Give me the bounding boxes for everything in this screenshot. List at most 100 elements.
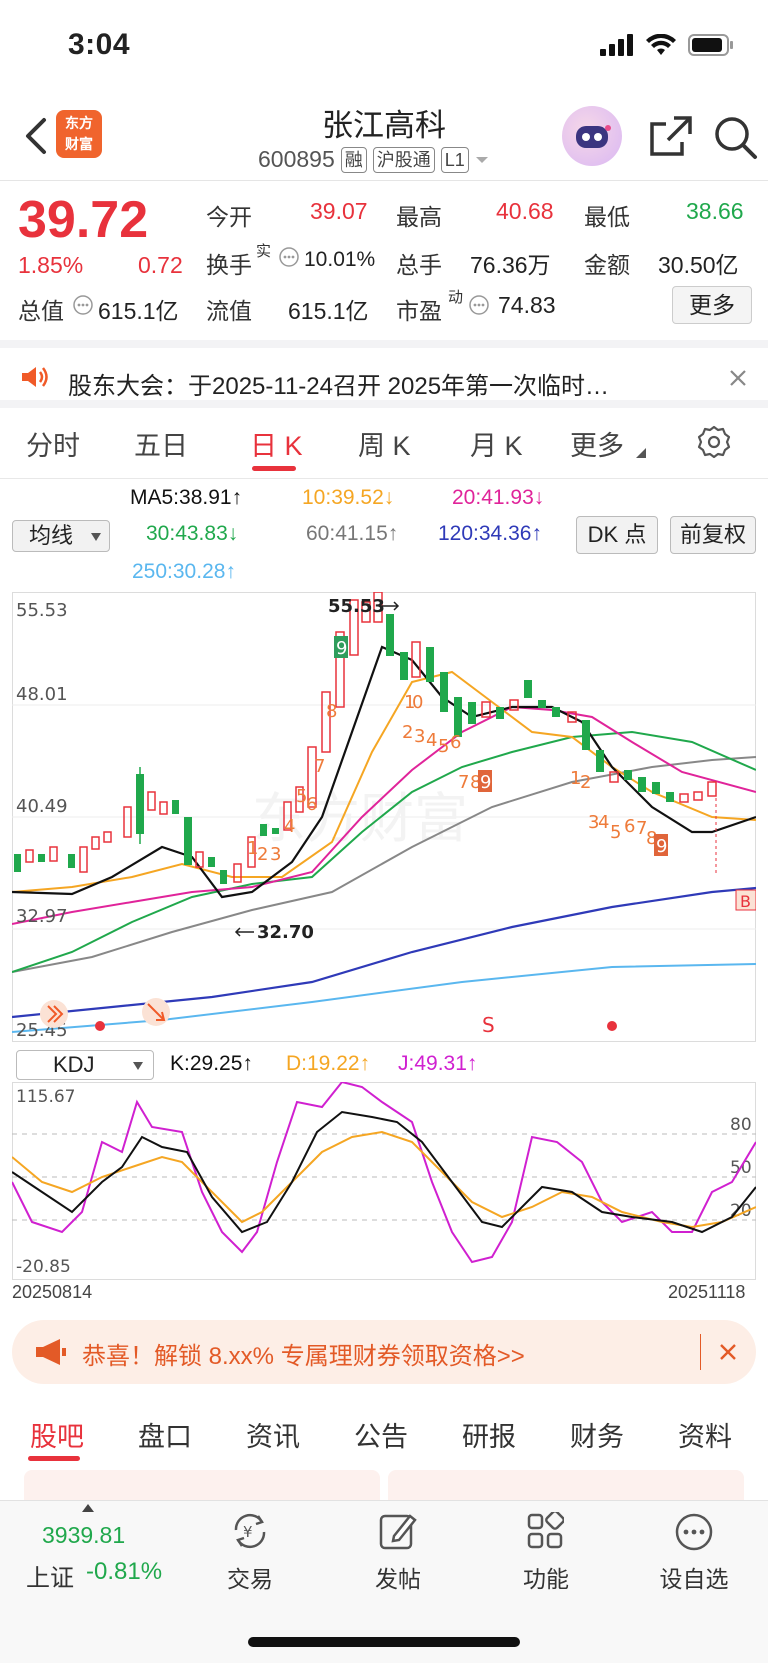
expand-up-icon[interactable] [82, 1504, 94, 1512]
tab-more[interactable]: 更多 [570, 424, 624, 463]
indicator-dropdown-icon [133, 1062, 143, 1070]
tab-news[interactable]: 资讯 [246, 1415, 300, 1454]
date-start: 20250814 [12, 1282, 93, 1302]
kdj-y-bottom: -20.85 [16, 1257, 71, 1277]
ma60-value: 60:41.15↑ [306, 522, 399, 545]
sell-marker: S [482, 1013, 495, 1037]
svg-text:5: 5 [438, 736, 449, 757]
indicator-selector-label: KDJ [53, 1052, 95, 1077]
tag-level: L1 [440, 146, 469, 173]
open-label: 今开 [206, 204, 252, 230]
svg-text:9: 9 [336, 638, 347, 659]
high-label: 最高 [396, 204, 442, 230]
ma5-value: MA5:38.91↑ [130, 486, 243, 509]
nav-trade[interactable]: 交易 [200, 1560, 300, 1594]
low-label: 最低 [584, 204, 630, 230]
header-divider [0, 180, 768, 181]
post-icon[interactable] [378, 1510, 418, 1552]
tab-monthly-k[interactable]: 月 K [470, 424, 523, 463]
feed-card-left[interactable] [24, 1470, 380, 1500]
more-icon[interactable] [674, 1512, 714, 1552]
info-icon[interactable] [72, 294, 94, 321]
index-change: -0.81% [86, 1558, 163, 1585]
svg-text:8: 8 [326, 701, 337, 722]
feed-card-right[interactable] [388, 1470, 744, 1500]
ma30-value: 30:43.83↓ [146, 522, 239, 545]
buy-marker: B [740, 892, 751, 911]
float-cap-label: 流值 [206, 298, 252, 324]
low-value: 38.66 [686, 198, 744, 224]
ma250-value: 250:30.28↑ [132, 560, 236, 583]
tab-research[interactable]: 研报 [462, 1415, 516, 1454]
promo-banner[interactable]: 恭喜！解锁 8.xx% 专属理财券领取资格>> [12, 1320, 756, 1384]
function-icon[interactable] [526, 1512, 564, 1550]
svg-text:6: 6 [306, 794, 317, 815]
kline-chart[interactable]: 东方财富 12 3 456 78 9 10 2 3 4 5 6 7 8 9 12… [12, 592, 756, 1042]
pe-info-icon[interactable] [468, 294, 490, 321]
share-icon[interactable] [648, 114, 694, 158]
close-icon[interactable] [728, 368, 748, 388]
tab-five-day[interactable]: 五日 [134, 424, 188, 463]
pe-sup: 动 [448, 289, 464, 306]
notice-bar[interactable]: 股东大会：于2025-11-24召开 2025年第一次临时… [0, 340, 768, 408]
index-label: 上证 [26, 1565, 74, 1592]
signal-icon [600, 34, 633, 56]
turnover-value: 10.01% [304, 248, 376, 271]
settings-icon[interactable] [696, 424, 732, 460]
svg-text:4: 4 [426, 730, 437, 751]
high-marker: 55.53 [328, 596, 385, 617]
high-value: 40.68 [496, 198, 554, 224]
dk-point-button[interactable]: DK 点 [576, 516, 658, 554]
tab-pankou[interactable]: 盘口 [138, 1415, 192, 1454]
turnover-label: 换手 [206, 252, 252, 278]
change-amount: 0.72 [138, 252, 183, 278]
svg-text:4: 4 [284, 816, 295, 837]
svg-text:6: 6 [450, 732, 461, 753]
change-pct: 1.85% [18, 252, 84, 278]
tab-timeshare[interactable]: 分时 [26, 424, 80, 463]
open-value: 39.07 [310, 198, 368, 224]
promo-divider [700, 1334, 701, 1370]
trade-icon[interactable]: ¥ [228, 1510, 272, 1552]
ma120-value: 120:34.36↑ [438, 522, 542, 545]
stock-code-row[interactable]: 600895 融 沪股通 L1 [258, 146, 489, 173]
promo-close-icon[interactable] [718, 1342, 738, 1362]
y-label-3: 40.49 [16, 796, 68, 817]
svg-text:3: 3 [414, 726, 425, 747]
tab-weekly-k[interactable]: 周 K [358, 424, 411, 463]
svg-text:7: 7 [314, 756, 325, 777]
adjust-button[interactable]: 前复权 [670, 516, 756, 554]
total-cap-value: 615.1亿 [98, 298, 179, 324]
indicator-selector[interactable]: KDJ [16, 1050, 154, 1080]
tab-guba[interactable]: 股吧 [30, 1415, 84, 1454]
svg-text:9: 9 [656, 836, 667, 857]
pe-label: 市盈 [396, 298, 442, 324]
y-label-top: 55.53 [16, 600, 68, 621]
robot-icon [576, 125, 611, 148]
search-icon[interactable] [712, 114, 758, 160]
tab-daily-k[interactable]: 日 K [250, 424, 303, 463]
svg-text:0: 0 [412, 692, 423, 713]
svg-text:2: 2 [257, 844, 268, 865]
ma-selector[interactable]: 均线 [12, 520, 110, 552]
corner-triangle-icon [636, 448, 646, 458]
tab-announcement[interactable]: 公告 [354, 1415, 408, 1454]
tab-profile[interactable]: 资料 [678, 1415, 732, 1454]
svg-text:4: 4 [598, 812, 609, 833]
nav-function[interactable]: 功能 [496, 1560, 596, 1594]
dropdown-icon [475, 156, 488, 163]
kdj-chart[interactable]: 115.67 -20.85 80 50 20 [12, 1082, 756, 1280]
index-value[interactable]: 3939.81 [42, 1522, 125, 1549]
volume-label: 总手 [396, 252, 442, 278]
tab-finance[interactable]: 财务 [570, 1415, 624, 1454]
promo-text: 恭喜！解锁 8.xx% 专属理财券领取资格>> [82, 1343, 525, 1370]
more-button[interactable]: 更多 [672, 286, 752, 324]
adjust-label: 前复权 [679, 522, 746, 547]
megaphone-icon [36, 1339, 66, 1365]
assistant-avatar[interactable] [562, 106, 622, 166]
kdj-level-80: 80 [730, 1115, 752, 1135]
nav-add-watchlist[interactable]: 设自选 [644, 1560, 744, 1594]
turnover-info-icon[interactable] [278, 246, 300, 273]
nav-post[interactable]: 发帖 [348, 1560, 448, 1594]
home-indicator [248, 1637, 520, 1647]
